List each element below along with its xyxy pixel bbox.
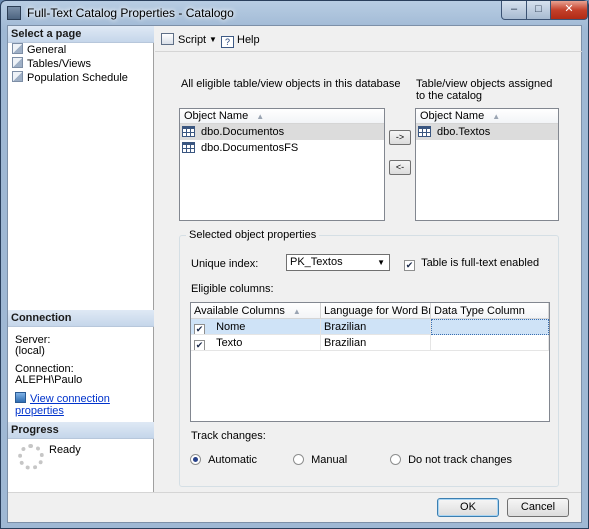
object-name-header-label: Object Name — [184, 110, 249, 122]
column-name: Texto — [216, 337, 243, 349]
track-automatic-label: Automatic — [208, 454, 257, 466]
track-manual-radio[interactable]: Manual — [293, 454, 347, 466]
column-header-available[interactable]: Available Columns ▲ — [191, 303, 321, 319]
table-row[interactable]: ✔ Texto Brazilian — [191, 335, 549, 351]
eligible-columns-grid[interactable]: Available Columns▲ Language for Word Bre… — [190, 302, 550, 422]
track-changes-label: Track changes: — [191, 430, 266, 442]
button-bar: OK Cancel — [8, 492, 581, 522]
list-item[interactable]: dbo.DocumentosFS — [180, 140, 384, 156]
track-automatic-radio[interactable]: Automatic — [190, 454, 257, 466]
table-row[interactable]: ✔ Nome Brazilian — [191, 319, 549, 335]
nav-item-label: Tables/Views — [27, 58, 91, 70]
language-cell[interactable]: Brazilian — [321, 319, 431, 335]
list-item-label: dbo.Textos — [437, 126, 491, 138]
script-button[interactable]: Script — [161, 32, 206, 48]
eligible-objects-list[interactable]: Object Name ▲ dbo.Documentos dbo.Document… — [179, 108, 385, 221]
move-left-button[interactable]: <- — [389, 160, 411, 175]
eligible-columns-label: Eligible columns: — [191, 283, 274, 295]
toolbar: Script ▼ ? Help — [155, 26, 582, 52]
language-cell[interactable]: Brazilian — [321, 335, 431, 351]
connection-icon — [15, 392, 26, 403]
script-label: Script — [178, 34, 207, 46]
dialog-client: Select a page General Tables/Views Popul… — [7, 25, 582, 523]
maximize-button[interactable]: □ — [526, 1, 551, 20]
object-name-header[interactable]: Object Name ▲ — [416, 109, 558, 124]
script-dropdown-icon[interactable]: ▼ — [209, 32, 217, 48]
progress-header: Progress — [8, 422, 154, 439]
dialog-window: Full-Text Catalog Properties - Catalogo … — [0, 0, 589, 529]
eligible-objects-label: All eligible table/view objects in this … — [181, 78, 401, 90]
grid-header-row: Available Columns▲ Language for Word Bre… — [191, 303, 549, 319]
object-name-header[interactable]: Object Name ▲ — [180, 109, 384, 124]
help-button[interactable]: ? Help — [221, 32, 260, 48]
help-icon: ? — [221, 36, 234, 48]
sort-ascending-icon: ▲ — [292, 307, 301, 316]
checkbox-checked-icon: ✔ — [404, 260, 415, 271]
minimize-button[interactable]: – — [501, 1, 527, 20]
radio-unselected-icon — [390, 454, 401, 465]
close-button[interactable]: ✕ — [550, 1, 588, 20]
table-icon — [182, 126, 195, 137]
connection-value: ALEPH\Paulo — [15, 374, 83, 386]
list-item-label: dbo.Documentos — [201, 126, 285, 138]
available-column-cell[interactable]: ✔ Texto — [191, 335, 321, 351]
track-none-label: Do not track changes — [408, 454, 513, 466]
nav-item-label: Population Schedule — [27, 72, 128, 84]
progress-spinner-icon — [18, 444, 44, 470]
title-bar[interactable]: Full-Text Catalog Properties - Catalogo … — [1, 1, 588, 25]
checkbox-checked-icon[interactable]: ✔ — [194, 324, 205, 334]
column-name: Nome — [216, 321, 246, 333]
chevron-down-icon: ▼ — [377, 258, 385, 267]
nav-item-population-schedule[interactable]: Population Schedule — [12, 71, 128, 85]
server-value: (local) — [15, 345, 45, 357]
list-item[interactable]: dbo.Textos — [416, 124, 558, 140]
page-icon — [12, 43, 23, 54]
nav-item-label: General — [27, 44, 67, 56]
track-none-radio[interactable]: Do not track changes — [390, 454, 512, 466]
assigned-objects-list[interactable]: Object Name ▲ dbo.Textos — [415, 108, 559, 221]
page-icon — [12, 57, 23, 68]
fulltext-enabled-label: Table is full-text enabled — [421, 257, 540, 269]
data-type-cell[interactable] — [431, 335, 549, 351]
radio-unselected-icon — [293, 454, 304, 465]
unique-index-value: PK_Textos — [290, 256, 343, 268]
window-title: Full-Text Catalog Properties - Catalogo — [27, 6, 234, 20]
checkbox-checked-icon[interactable]: ✔ — [194, 340, 205, 350]
connection-header: Connection — [8, 310, 154, 327]
unique-index-label: Unique index: — [191, 258, 259, 270]
list-item[interactable]: dbo.Documentos — [180, 124, 384, 140]
progress-status: Ready — [49, 444, 81, 456]
column-header-data-type[interactable]: Data Type Column — [431, 303, 549, 319]
selected-object-properties-title: Selected object properties — [186, 229, 320, 241]
fulltext-enabled-checkbox[interactable]: ✔ Table is full-text enabled — [404, 257, 539, 271]
cancel-button[interactable]: Cancel — [507, 498, 569, 517]
page-icon — [12, 71, 23, 82]
move-right-button[interactable]: -> — [389, 130, 411, 145]
sort-ascending-icon: ▲ — [492, 112, 501, 121]
nav-item-general[interactable]: General — [12, 43, 66, 57]
table-icon — [418, 126, 431, 137]
table-icon — [182, 142, 195, 153]
list-item-label: dbo.DocumentosFS — [201, 142, 299, 154]
help-label: Help — [237, 34, 260, 46]
nav-item-tables-views[interactable]: Tables/Views — [12, 57, 91, 71]
left-pane: Select a page General Tables/Views Popul… — [8, 26, 154, 492]
available-column-cell[interactable]: ✔ Nome — [191, 319, 321, 335]
selected-object-properties-group: Selected object properties Unique index:… — [179, 229, 559, 487]
object-name-header-label: Object Name — [420, 110, 485, 122]
data-type-cell[interactable] — [431, 319, 549, 335]
view-connection-properties-label: View connection properties — [15, 393, 110, 417]
radio-selected-icon — [190, 454, 201, 465]
view-connection-properties-link[interactable]: View connection properties — [15, 392, 153, 417]
select-page-header: Select a page — [8, 26, 154, 43]
assigned-objects-label: Table/view objects assigned to the catal… — [416, 78, 553, 102]
script-icon — [161, 33, 174, 45]
track-manual-label: Manual — [311, 454, 348, 466]
sort-ascending-icon: ▲ — [256, 112, 265, 121]
column-header-language[interactable]: Language for Word Bre... — [321, 303, 431, 319]
unique-index-select[interactable]: PK_Textos ▼ — [286, 254, 390, 271]
app-icon — [7, 6, 21, 20]
ok-button[interactable]: OK — [437, 498, 499, 517]
